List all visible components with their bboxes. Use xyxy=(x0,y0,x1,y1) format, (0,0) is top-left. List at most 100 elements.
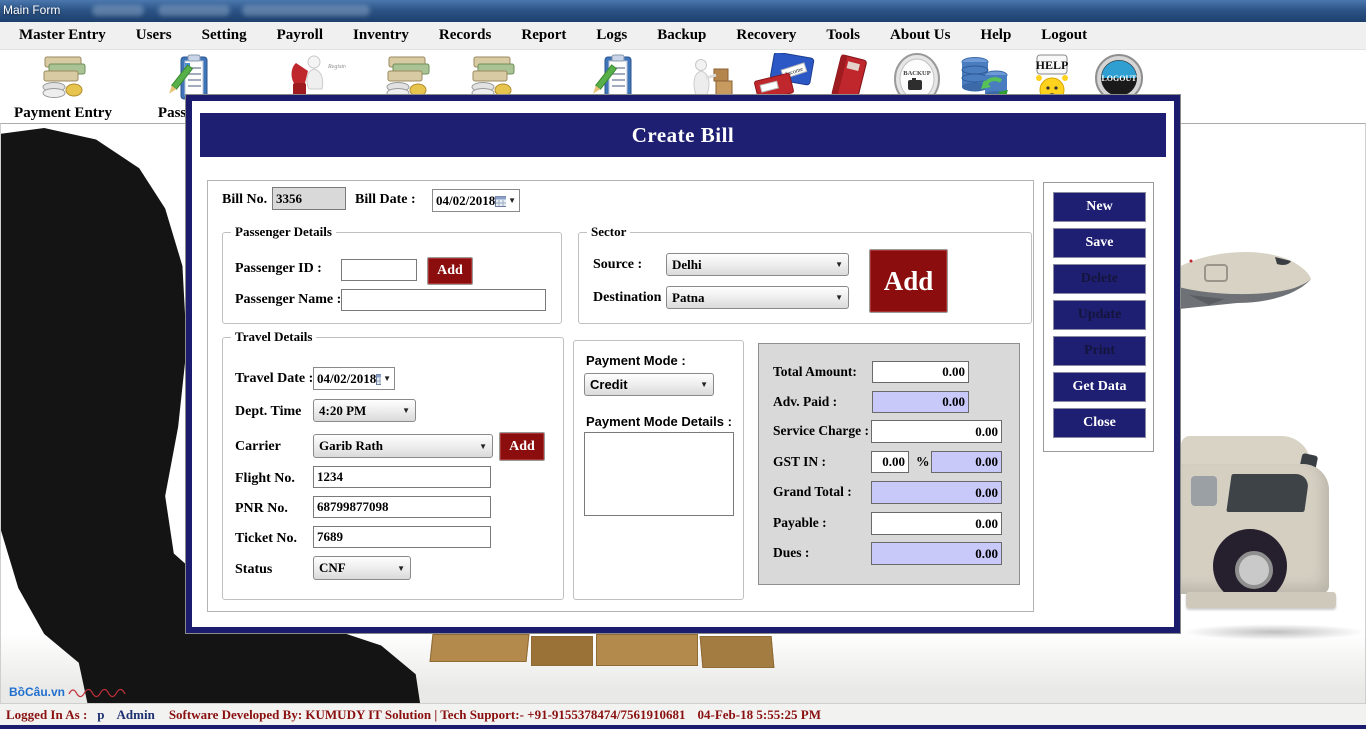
ghost-text-decoration xyxy=(158,5,230,16)
bill-no-field xyxy=(272,187,346,210)
travel-details-legend: Travel Details xyxy=(231,329,316,345)
travel-date-label: Travel Date : xyxy=(235,371,313,387)
toolbar-payment-entry[interactable]: Payment Entry xyxy=(8,53,118,122)
carrier-value: Garib Rath xyxy=(319,438,383,454)
status-bar: Logged In As : p Admin Software Develope… xyxy=(0,703,1366,726)
menu-logout[interactable]: Logout xyxy=(1026,27,1102,44)
travel-details-group: Travel Details Travel Date : 04/02/2018 … xyxy=(222,337,564,600)
background-airplane-photo xyxy=(1179,239,1321,341)
payable-input[interactable] xyxy=(871,512,1002,535)
dept-time-label: Dept. Time xyxy=(235,404,301,420)
travel-date-picker[interactable]: 04/02/2018 ▼ xyxy=(313,367,395,390)
bill-date-label: Bill Date : xyxy=(355,192,416,208)
chevron-down-icon: ▼ xyxy=(700,380,708,389)
money-stack-icon xyxy=(37,53,89,103)
new-button[interactable]: New xyxy=(1053,192,1146,222)
close-button[interactable]: Close xyxy=(1053,408,1146,438)
stock-photo-watermark: BồCâu.vn xyxy=(9,685,135,699)
chevron-down-icon: ▼ xyxy=(508,196,516,205)
menu-help[interactable]: Help xyxy=(965,27,1026,44)
passenger-details-group: Passenger Details Passenger ID : Add Pas… xyxy=(222,232,562,324)
destination-dropdown[interactable]: Patna ▼ xyxy=(666,286,849,309)
cardboard-box xyxy=(596,634,698,666)
print-button[interactable]: Print xyxy=(1053,336,1146,366)
menu-tools[interactable]: Tools xyxy=(811,27,875,44)
dept-time-dropdown[interactable]: 4:20 PM ▼ xyxy=(313,399,416,422)
save-button[interactable]: Save xyxy=(1053,228,1146,258)
passenger-details-legend: Passenger Details xyxy=(231,224,336,240)
payable-label: Payable : xyxy=(773,515,827,531)
application-window: Main Form Master Entry Users Setting Pay… xyxy=(0,0,1366,729)
menu-payroll[interactable]: Payroll xyxy=(262,27,338,44)
payment-mode-dropdown[interactable]: Credit ▼ xyxy=(584,373,714,396)
cardboard-box xyxy=(700,636,775,668)
menu-logs[interactable]: Logs xyxy=(581,27,642,44)
service-charge-input[interactable] xyxy=(871,420,1002,443)
svg-text:BACKUP: BACKUP xyxy=(903,70,930,77)
gst-percent-input[interactable] xyxy=(871,451,909,473)
menu-records[interactable]: Records xyxy=(424,27,507,44)
window-titlebar: Main Form xyxy=(0,0,1366,23)
dues-input[interactable] xyxy=(871,542,1002,565)
totals-panel: Total Amount: Adv. Paid : Service Charge… xyxy=(758,343,1020,585)
watermark-brand: BồCâu.vn xyxy=(9,685,65,699)
gst-amount-input[interactable] xyxy=(931,451,1002,473)
payment-mode-details-input[interactable] xyxy=(584,432,734,516)
payment-mode-value: Credit xyxy=(590,377,628,392)
bill-date-value: 04/02/2018 xyxy=(436,193,495,209)
menu-report[interactable]: Report xyxy=(506,27,581,44)
delete-button[interactable]: Delete xyxy=(1053,264,1146,294)
svg-text:Registration: Registration xyxy=(327,64,346,70)
sector-add-button[interactable]: Add xyxy=(869,249,948,313)
menu-users[interactable]: Users xyxy=(121,27,187,44)
destination-label: Destination : xyxy=(593,290,670,306)
payment-mode-details-label: Payment Mode Details : xyxy=(586,414,732,429)
pnr-no-input[interactable] xyxy=(313,496,491,518)
chevron-down-icon: ▼ xyxy=(402,406,410,415)
passenger-name-input[interactable] xyxy=(341,289,546,311)
menu-inventry[interactable]: Inventry xyxy=(338,27,424,44)
grand-total-label: Grand Total : xyxy=(773,484,852,500)
watermark-script-decoration xyxy=(65,686,135,698)
status-dropdown[interactable]: CNF ▼ xyxy=(313,556,411,580)
passenger-id-input[interactable] xyxy=(341,259,417,281)
svg-text:HELP: HELP xyxy=(1036,58,1069,72)
truck-wheel-hub xyxy=(1235,551,1273,589)
chevron-down-icon: ▼ xyxy=(835,293,843,302)
window-title: Main Form xyxy=(3,3,60,17)
pnr-no-label: PNR No. xyxy=(235,501,288,517)
gst-label: GST IN : xyxy=(773,454,826,470)
ticket-no-input[interactable] xyxy=(313,526,491,548)
toolbar-payment-entry-label: Payment Entry xyxy=(14,105,112,122)
menu-setting[interactable]: Setting xyxy=(187,27,262,44)
chevron-down-icon: ▼ xyxy=(383,374,391,383)
get-data-button[interactable]: Get Data xyxy=(1053,372,1146,402)
menu-recovery[interactable]: Recovery xyxy=(721,27,811,44)
total-amount-input[interactable] xyxy=(872,361,969,383)
truck-bumper xyxy=(1186,592,1336,608)
flight-no-input[interactable] xyxy=(313,466,491,488)
bill-date-picker[interactable]: 04/02/2018 ▼ xyxy=(432,189,520,212)
payment-group: Payment Mode : Credit ▼ Payment Mode Det… xyxy=(573,340,744,600)
grand-total-input[interactable] xyxy=(871,481,1002,504)
menu-master-entry[interactable]: Master Entry xyxy=(4,27,121,44)
carrier-dropdown[interactable]: Garib Rath ▼ xyxy=(313,434,493,458)
menu-about-us[interactable]: About Us xyxy=(875,27,965,44)
logged-in-label: Logged In As : xyxy=(6,707,87,723)
chevron-down-icon: ▼ xyxy=(835,260,843,269)
update-button[interactable]: Update xyxy=(1053,300,1146,330)
svg-text:LOGOUT: LOGOUT xyxy=(1101,74,1137,83)
carrier-add-button[interactable]: Add xyxy=(499,432,545,461)
status-label: Status xyxy=(235,562,272,578)
service-charge-label: Service Charge : xyxy=(773,423,869,439)
menu-backup[interactable]: Backup xyxy=(642,27,721,44)
passenger-add-button[interactable]: Add xyxy=(427,257,473,285)
developer-credit: Software Developed By: KUMUDY IT Solutio… xyxy=(169,707,686,723)
truck-side-window xyxy=(1191,476,1217,506)
dialog-title: Create Bill xyxy=(200,113,1166,157)
source-dropdown[interactable]: Delhi ▼ xyxy=(666,253,849,276)
flight-no-label: Flight No. xyxy=(235,471,295,487)
gst-percent-symbol: % xyxy=(916,454,930,470)
adv-paid-input[interactable] xyxy=(872,391,969,413)
status-value: CNF xyxy=(319,560,346,576)
